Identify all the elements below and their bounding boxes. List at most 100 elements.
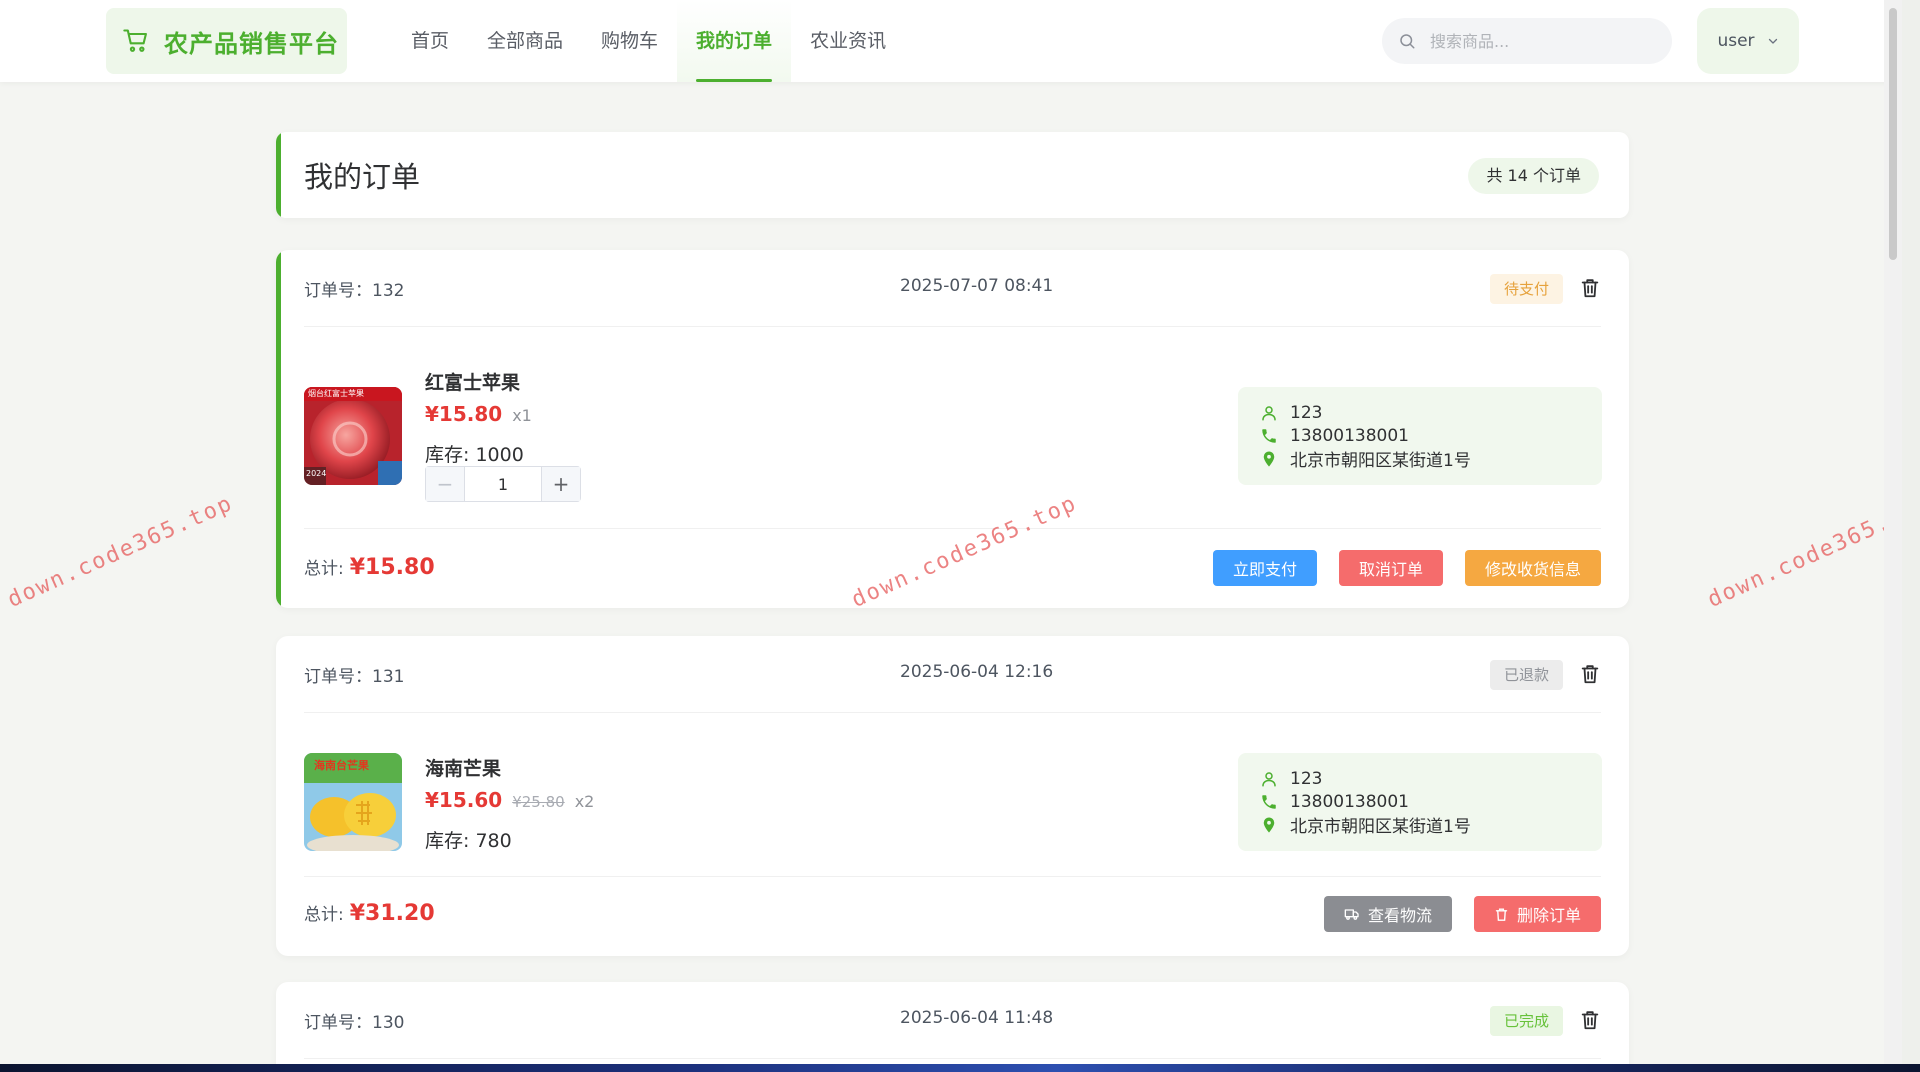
product-quantity: x2	[574, 792, 595, 811]
total-label: 总计:	[304, 559, 344, 579]
address-line: 北京市朝阳区某街道1号	[1260, 813, 1602, 837]
order-actions: 查看物流 删除订单	[1323, 896, 1601, 932]
site-title: 农产品销售平台	[164, 29, 339, 58]
order-card: 订单号：130 2025-06-04 11:48 已完成	[276, 982, 1629, 1064]
app-window: 农产品销售平台 首页 全部商品 购物车 我的订单 农业资讯 user 我的订单 …	[0, 0, 1902, 1064]
phone-icon	[1262, 428, 1276, 443]
trash-icon[interactable]	[1579, 662, 1601, 686]
delete-order-button[interactable]: 删除订单	[1473, 896, 1601, 932]
product-image-mango[interactable]: 海南台芒果	[304, 753, 402, 851]
address-line: 北京市朝阳区某街道1号	[1260, 447, 1602, 471]
chevron-down-icon	[1768, 38, 1777, 44]
user-menu[interactable]: user	[1697, 8, 1799, 74]
order-header: 订单号：132 2025-07-07 08:41 待支付	[304, 250, 1601, 327]
page-title: 我的订单	[304, 160, 421, 194]
status-badge: 已完成	[1489, 1006, 1563, 1036]
edit-shipping-button[interactable]: 修改收货信息	[1464, 550, 1601, 586]
order-number: 订单号：132	[304, 281, 405, 301]
increase-button[interactable]: +	[541, 467, 580, 501]
user-name: user	[1717, 31, 1755, 51]
scrollbar[interactable]	[1884, 0, 1902, 1064]
search-input[interactable]	[1428, 30, 1652, 52]
shipping-info: 123 13800138001 北京市朝阳区某街道1号	[1238, 753, 1602, 851]
nav-all-products[interactable]: 全部商品	[468, 0, 582, 82]
order-header: 订单号：131 2025-06-04 12:16 已退款	[304, 636, 1601, 713]
price-row: ¥15.60 ¥25.80 x2	[425, 788, 594, 812]
user-icon	[1262, 405, 1276, 420]
view-logistics-button[interactable]: 查看物流	[1323, 896, 1452, 932]
shipping-address: 北京市朝阳区某街道1号	[1290, 817, 1471, 837]
nav-my-orders[interactable]: 我的订单	[677, 0, 792, 82]
main-nav: 首页 全部商品 购物车 我的订单 农业资讯	[392, 0, 905, 82]
phone-line: 13800138001	[1260, 424, 1602, 447]
order-time: 2025-06-04 12:16	[900, 662, 1054, 682]
view-logistics-label: 查看物流	[1367, 906, 1432, 925]
divider	[304, 528, 1601, 529]
product-quantity: x1	[512, 406, 532, 425]
quantity-input[interactable]	[465, 467, 541, 501]
recipient-line: 123	[1260, 767, 1602, 790]
order-count-badge: 共 14 个订单	[1468, 158, 1599, 194]
recipient-line: 123	[1260, 401, 1602, 424]
total-amount: ¥31.20	[349, 901, 435, 926]
page-heading-card: 我的订单 共 14 个订单	[276, 132, 1629, 218]
status-badge: 已退款	[1489, 660, 1563, 690]
search-icon	[1400, 34, 1415, 49]
shopping-cart-icon	[123, 29, 147, 52]
desktop-taskbar-edge	[0, 1064, 1920, 1072]
product-stock: 库存: 780	[425, 830, 512, 852]
pay-now-button[interactable]: 立即支付	[1212, 550, 1317, 586]
trash-icon[interactable]	[1579, 276, 1601, 300]
order-actions: 立即支付 取消订单 修改收货信息	[1212, 550, 1601, 586]
cancel-order-button[interactable]: 取消订单	[1338, 550, 1443, 586]
image-caption: 烟台红富士苹果	[308, 389, 364, 398]
status-badge: 待支付	[1489, 274, 1563, 304]
location-pin-icon	[1263, 817, 1275, 832]
original-price: ¥25.80	[512, 793, 565, 811]
search-box	[1382, 18, 1672, 64]
product-price: ¥15.80	[425, 402, 503, 426]
watermark: down.code365.top	[4, 490, 238, 613]
shipping-info: 123 13800138001 北京市朝阳区某街道1号	[1238, 387, 1602, 485]
truck-icon	[1344, 909, 1359, 920]
product-price: ¥15.60	[425, 788, 503, 812]
decrease-button[interactable]: −	[426, 467, 465, 501]
price-row: ¥15.80 x1	[425, 402, 532, 426]
top-header: 农产品销售平台 首页 全部商品 购物车 我的订单 农业资讯 user	[0, 0, 1902, 82]
order-total: 总计: ¥15.80	[304, 554, 435, 580]
user-icon	[1262, 771, 1276, 786]
trash-icon	[1495, 908, 1508, 921]
order-number: 订单号：130	[304, 1013, 405, 1033]
order-number: 订单号：131	[304, 667, 405, 687]
order-total: 总计: ¥31.20	[304, 900, 435, 926]
recipient-name: 123	[1290, 402, 1323, 423]
total-label: 总计:	[304, 905, 344, 925]
recipient-name: 123	[1290, 768, 1323, 789]
image-caption: 海南台芒果	[314, 759, 369, 772]
watermark: down.code365.top	[1704, 490, 1902, 613]
site-logo[interactable]: 农产品销售平台	[106, 8, 347, 74]
nav-home[interactable]: 首页	[392, 0, 468, 82]
phone-icon	[1262, 794, 1276, 809]
product-name[interactable]: 海南芒果	[425, 754, 501, 781]
quantity-stepper: − +	[425, 466, 581, 502]
product-image-apple[interactable]: 烟台红富士苹果 2024	[304, 387, 402, 485]
shipping-address: 北京市朝阳区某街道1号	[1290, 451, 1471, 471]
image-year: 2024	[306, 469, 327, 478]
order-header: 订单号：130 2025-06-04 11:48 已完成	[304, 982, 1601, 1059]
total-amount: ¥15.80	[349, 555, 435, 580]
product-name[interactable]: 红富士苹果	[425, 368, 520, 395]
location-pin-icon	[1263, 451, 1275, 466]
phone-number: 13800138001	[1290, 425, 1409, 446]
divider	[304, 876, 1601, 877]
nav-cart[interactable]: 购物车	[582, 0, 677, 82]
trash-icon[interactable]	[1579, 1008, 1601, 1032]
phone-number: 13800138001	[1290, 791, 1409, 812]
scrollbar-thumb[interactable]	[1889, 8, 1897, 260]
nav-agri-news[interactable]: 农业资讯	[791, 0, 905, 82]
delete-order-label: 删除订单	[1516, 906, 1581, 925]
order-time: 2025-06-04 11:48	[900, 1008, 1054, 1028]
order-card: 订单号：131 2025-06-04 12:16 已退款 海南台芒果 海南芒果 …	[276, 636, 1629, 956]
phone-line: 13800138001	[1260, 790, 1602, 813]
product-stock: 库存: 1000	[425, 444, 524, 466]
